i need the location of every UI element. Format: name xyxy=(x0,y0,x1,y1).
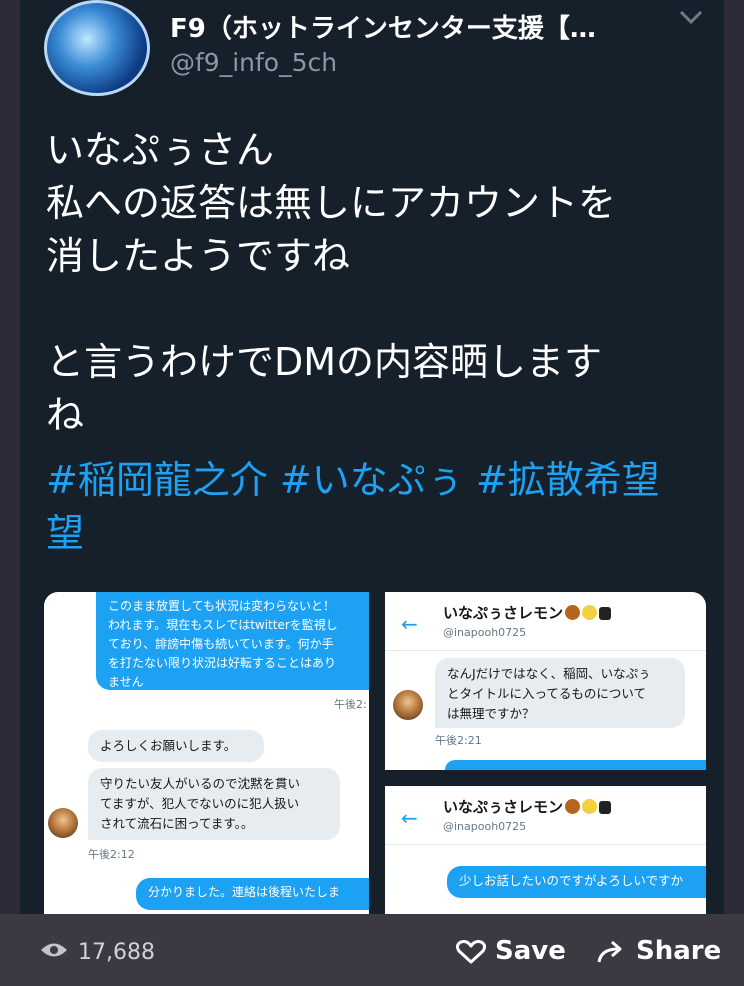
dm-line: ており、誹謗中傷も続いています。何か手 xyxy=(108,637,334,651)
tweet-card: F9（ホットラインセンター支援【… @f9_info_5ch いなぷぅさん 私へ… xyxy=(20,0,724,914)
heart-icon[interactable] xyxy=(456,940,486,964)
dm-line: は無理ですか？ xyxy=(447,706,535,721)
dm-contact-handle: @inapooh0725 xyxy=(443,626,527,639)
save-button[interactable]: Save xyxy=(495,936,566,966)
lock-icon xyxy=(599,607,612,620)
viewer-frame: F9（ホットラインセンター支援【… @f9_info_5ch いなぷぅさん 私へ… xyxy=(0,0,744,986)
dm-line: なんJだけではなく、稲岡、いなぷぅ xyxy=(447,666,651,681)
tweet-line: と言うわけでDMの内容晒します xyxy=(46,340,603,384)
dm-message-gray: 守りたい友人がいるので沈黙を貫い てますが、犯人でないのに犯人扱い されて流石に… xyxy=(88,768,340,840)
hashtags[interactable]: #稲岡龍之介 #いなぷぅ #拡散希望 望 xyxy=(46,454,706,560)
dm-timestamp: 午後2:12 xyxy=(88,848,135,861)
dm-line: てますが、犯人でないのに犯人扱い xyxy=(100,796,300,811)
dm-message-blue: 少しお話したいのですがよろしいですか xyxy=(447,866,706,898)
share-arrow-icon[interactable] xyxy=(596,940,626,964)
bottom-action-bar: 17,688 Save Share xyxy=(0,914,744,986)
dm-line: されて流石に困ってます。。 xyxy=(100,816,254,831)
sender-avatar xyxy=(48,808,78,838)
hashtag-line-2[interactable]: 望 xyxy=(46,507,706,560)
tweet-line: ね xyxy=(46,393,85,437)
chevron-down-icon[interactable] xyxy=(676,6,706,28)
lock-icon xyxy=(599,801,612,814)
tweet-line: 私への返答は無しにアカウントを xyxy=(46,181,617,225)
dm-message-blue: 分かりました。連絡は後程いたしま xyxy=(136,878,369,910)
dm-header: ← いなぷぅさレモン @inapooh0725 xyxy=(385,786,706,845)
dm-header: ← いなぷぅさレモン @inapooh0725 xyxy=(385,592,706,651)
back-arrow-icon: ← xyxy=(401,806,418,830)
dm-message-gray: なんJだけではなく、稲岡、いなぷぅ とタイトルに入ってるものについて は無理です… xyxy=(435,658,685,728)
dm-screenshot-3[interactable]: ← いなぷぅさレモン @inapooh0725 少しお話したいのですがよろしいで… xyxy=(385,786,706,914)
bear-emoji-icon xyxy=(565,605,581,620)
back-arrow-icon: ← xyxy=(401,612,418,636)
dm-message-gray: よろしくお願いします。 xyxy=(88,730,264,762)
eye-icon xyxy=(41,943,67,957)
tweet-line: 消したようですね xyxy=(46,234,351,278)
hashtag-line[interactable]: #稲岡龍之介 #いなぷぅ #拡散希望 xyxy=(46,454,706,507)
lemon-emoji-icon xyxy=(582,799,598,814)
dm-message-blue-cut xyxy=(445,760,706,770)
dm-line: このまま放置しても状況は変わらないと！ xyxy=(108,599,336,613)
dm-message-blue: このまま放置しても状況は変わらないと！ われます。現在もスレではtwitterを… xyxy=(96,592,369,690)
dm-timestamp: 午後2:21 xyxy=(435,734,482,747)
media-grid[interactable]: このまま放置しても状況は変わらないと！ われます。現在もスレではtwitterを… xyxy=(44,592,706,914)
bear-emoji-icon xyxy=(565,799,581,814)
dm-contact-name: いなぷぅさレモン xyxy=(443,796,612,817)
sender-avatar xyxy=(393,690,423,720)
dm-line: われます。現在もスレではtwitterを監視し xyxy=(108,618,338,632)
tweet-line xyxy=(46,283,706,336)
tweet-text: いなぷぅさん 私への返答は無しにアカウントを 消したようですね と言うわけでDM… xyxy=(46,124,706,442)
dm-line: 守りたい友人がいるので沈黙を貫い xyxy=(100,776,301,791)
dm-contact-name-text: いなぷぅさレモン xyxy=(443,604,564,622)
display-name[interactable]: F9（ホットラインセンター支援【… xyxy=(170,8,650,45)
dm-contact-name: いなぷぅさレモン xyxy=(443,602,612,623)
dm-contact-handle: @inapooh0725 xyxy=(443,820,527,833)
dm-timestamp: 午後2: xyxy=(334,698,367,711)
dm-line: ません xyxy=(108,675,144,689)
dm-line: を打たない限り状況は好転することはあり xyxy=(108,656,337,670)
tweet-line: いなぷぅさん xyxy=(46,128,275,172)
dm-screenshot-2[interactable]: ← いなぷぅさレモン @inapooh0725 なんJだけではなく、稲岡、いなぷ… xyxy=(385,592,706,770)
view-count: 17,688 xyxy=(78,940,155,965)
user-handle[interactable]: @f9_info_5ch xyxy=(170,48,337,77)
dm-line: とタイトルに入ってるものについて xyxy=(447,686,647,701)
lemon-emoji-icon xyxy=(582,605,598,620)
share-button[interactable]: Share xyxy=(636,936,721,966)
profile-avatar[interactable] xyxy=(44,0,150,96)
dm-screenshot-1[interactable]: このまま放置しても状況は変わらないと！ われます。現在もスレではtwitterを… xyxy=(44,592,369,914)
dm-contact-name-text: いなぷぅさレモン xyxy=(443,798,564,816)
